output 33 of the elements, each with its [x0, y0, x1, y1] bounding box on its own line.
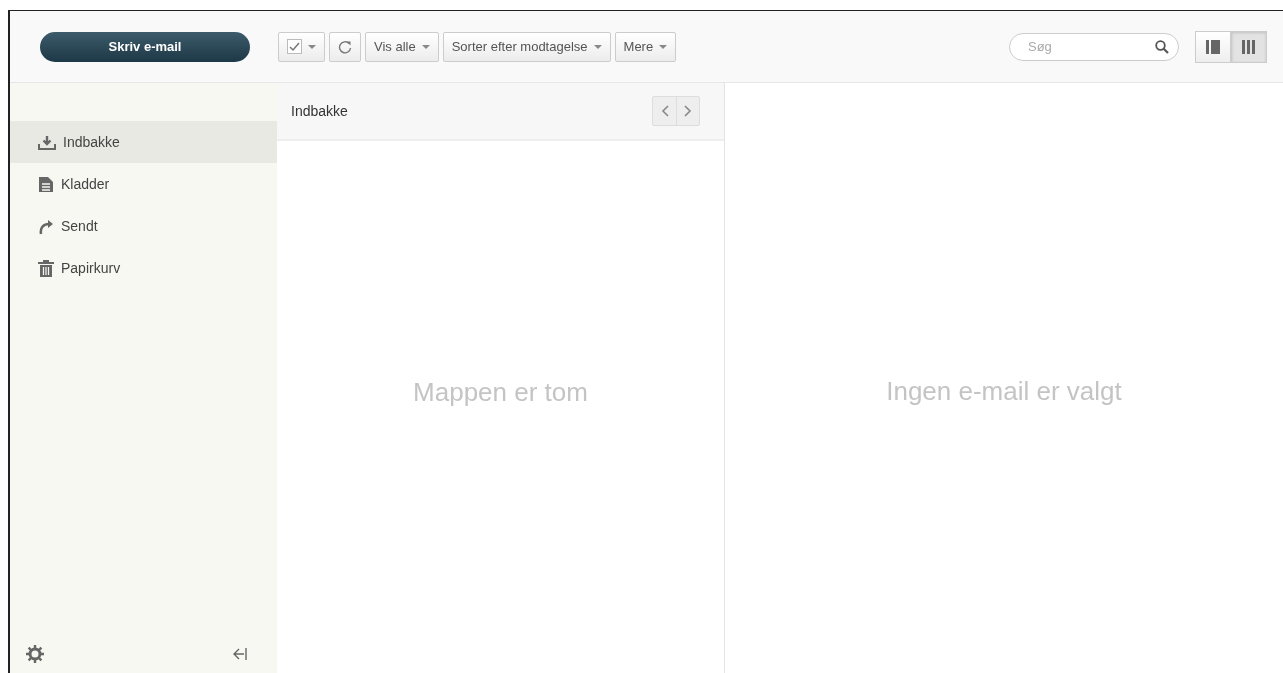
- settings-icon: [26, 645, 44, 663]
- empty-message: Ingen e-mail er valgt: [886, 374, 1122, 408]
- trash-icon: [38, 259, 54, 277]
- two-pane-icon: [1206, 39, 1220, 54]
- folder-item[interactable]: Kladder: [10, 163, 277, 205]
- dropdown-button[interactable]: Mere: [614, 31, 677, 62]
- compose-button[interactable]: Skriv e-mail: [40, 31, 250, 62]
- inbox-icon: [38, 134, 56, 150]
- folder-item[interactable]: Papirkurv: [10, 247, 277, 289]
- search-icon: [1155, 39, 1169, 54]
- refresh-icon: [338, 39, 352, 54]
- refresh-button[interactable]: [329, 31, 361, 62]
- forward-arrow-icon: [38, 217, 54, 235]
- chevron-right-icon: [684, 105, 692, 117]
- chevron-left-icon: [660, 105, 669, 117]
- dropdown-button[interactable]: Sorter efter modtagelse: [442, 31, 611, 62]
- three-pane-icon: [1242, 39, 1256, 54]
- folder-item[interactable]: Sendt: [10, 205, 277, 247]
- view-toggle-button[interactable]: [1195, 30, 1231, 63]
- dropdown-button[interactable]: Vis alle: [365, 31, 439, 62]
- document-icon: [38, 175, 54, 193]
- caret-icon: [421, 44, 430, 49]
- empty-message: Mappen er tom: [413, 375, 588, 409]
- list-title: Indbakke: [291, 101, 348, 121]
- view-toggle-button[interactable]: [1231, 30, 1267, 63]
- search-field[interactable]: Søg: [1009, 32, 1179, 61]
- select-button[interactable]: [278, 31, 325, 62]
- caret-icon: [593, 44, 602, 49]
- caret-icon: [308, 44, 316, 49]
- caret-icon: [659, 44, 668, 49]
- collapse-icon: [233, 647, 247, 661]
- folder-item[interactable]: Indbakke: [10, 121, 277, 163]
- checkbox-icon: [287, 39, 302, 54]
